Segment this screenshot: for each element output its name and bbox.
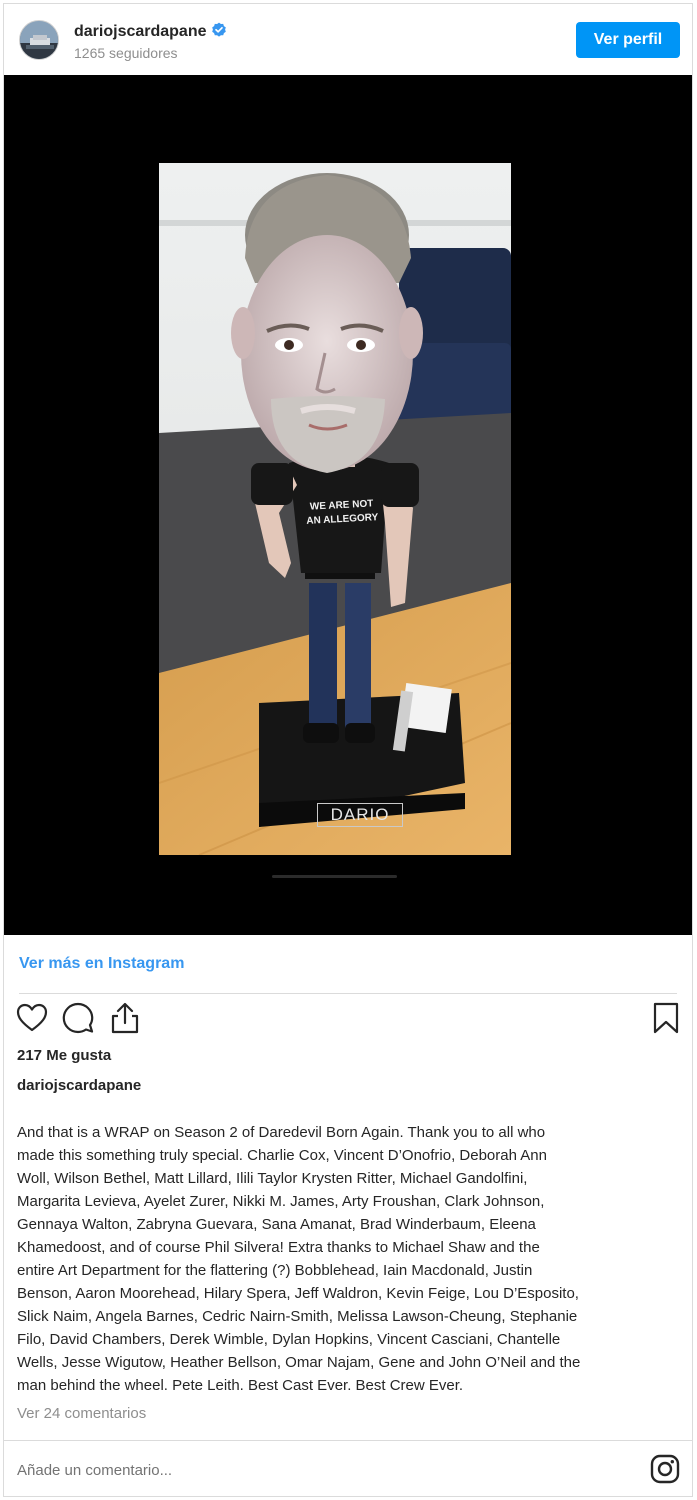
divider — [4, 1440, 692, 1441]
caption-line: Margarita Levieva, Ayelet Zurer, Nikki M… — [17, 1193, 545, 1210]
instagram-embed-card: dariojscardapane 1265 seguidores Ver per… — [3, 3, 693, 1497]
caption-line: Woll, Wilson Bethel, Matt Lillard, Ilili… — [17, 1170, 528, 1187]
caption-line: Slick Naim, Angela Barnes, Cedric Nairn-… — [17, 1308, 578, 1325]
username[interactable]: dariojscardapane — [74, 22, 227, 41]
follower-count: 1265 seguidores — [74, 45, 178, 61]
caption-line: Gennaya Walton, Zabryna Guevara, Sana Am… — [17, 1216, 536, 1233]
comment-icon[interactable] — [61, 1001, 95, 1035]
caption-line: Benson, Aaron Moorehead, Hilary Spera, J… — [17, 1285, 579, 1302]
heart-icon[interactable] — [15, 1001, 49, 1035]
view-profile-button[interactable]: Ver perfil — [576, 22, 680, 58]
caption-username[interactable]: dariojscardapane — [17, 1077, 141, 1094]
caption-line: And that is a WRAP on Season 2 of Darede… — [17, 1124, 546, 1141]
caption-line: Filo, David Chambers, Derek Wimble, Dyla… — [17, 1331, 561, 1348]
caption-line: Wells, Jesse Wigutow, Heather Bellson, O… — [17, 1354, 581, 1371]
view-comments-link[interactable]: Ver 24 comentarios — [17, 1405, 146, 1422]
instagram-icon[interactable] — [649, 1453, 681, 1485]
bookmark-icon[interactable] — [649, 1001, 683, 1035]
view-more-on-instagram-link[interactable]: Ver más en Instagram — [19, 955, 184, 973]
bobblehead-photo: WE ARE NOT AN ALLEGORY DARIO — [159, 163, 511, 855]
shirt-text: WE ARE NOT AN ALLEGORY — [296, 497, 387, 530]
post-header: dariojscardapane 1265 seguidores Ver per… — [4, 4, 692, 76]
verified-badge-icon — [211, 22, 226, 37]
share-icon[interactable] — [108, 1001, 142, 1035]
post-caption: And that is a WRAP on Season 2 of Darede… — [17, 1121, 675, 1397]
caption-line: Khamedoost, and of course Phil Silvera! … — [17, 1239, 540, 1256]
caption-line: entire Art Department for the flattering… — [17, 1262, 533, 1279]
post-media[interactable]: WE ARE NOT AN ALLEGORY DARIO — [4, 75, 692, 935]
caption-line: man behind the wheel. Pete Leith. Best C… — [17, 1377, 464, 1394]
divider — [19, 993, 677, 994]
media-progress-indicator — [272, 875, 397, 878]
username-text[interactable]: dariojscardapane — [74, 23, 207, 40]
avatar[interactable] — [19, 20, 59, 60]
avatar-image — [20, 21, 58, 59]
like-count[interactable]: 217 Me gusta — [17, 1047, 111, 1064]
comment-input[interactable] — [17, 1456, 617, 1484]
caption-line: made this something truly special. Charl… — [17, 1147, 547, 1164]
figurine-base-label: DARIO — [317, 803, 403, 827]
